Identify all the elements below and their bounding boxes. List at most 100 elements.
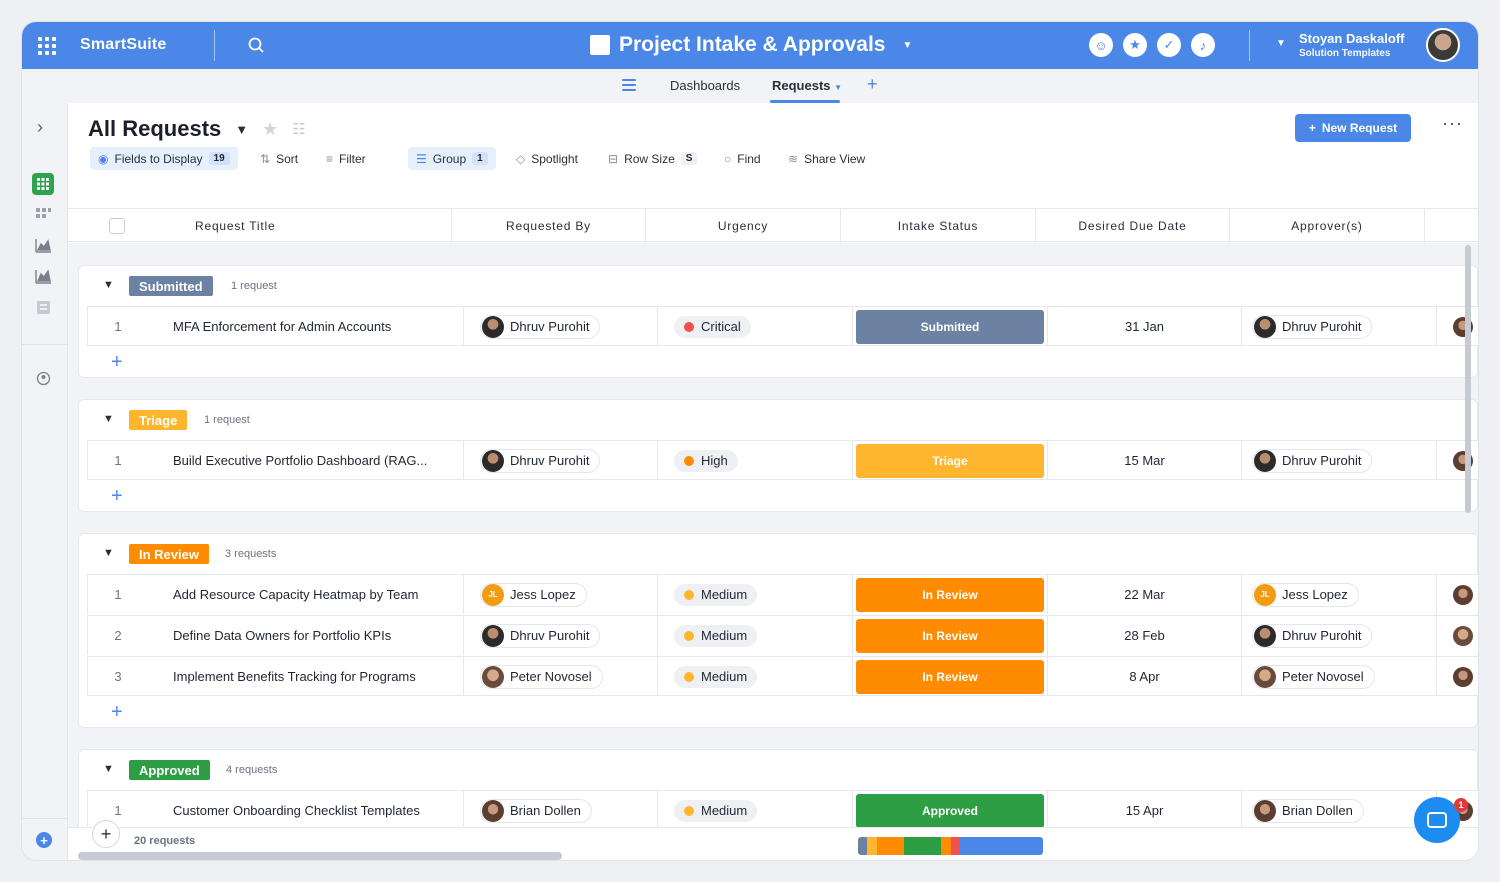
expand-sidebar-icon[interactable]: › xyxy=(37,117,43,138)
person-chip[interactable]: Dhruv Purohit xyxy=(480,623,601,648)
approver-cell[interactable]: Dhruv Purohit xyxy=(1242,616,1437,655)
requested-by-cell[interactable]: JL Jess Lopez xyxy=(464,575,658,614)
person-chip[interactable]: Brian Dollen xyxy=(1252,798,1364,823)
requested-by-cell[interactable]: Brian Dollen xyxy=(464,791,658,827)
intake-status-cell[interactable]: In Review xyxy=(853,616,1048,655)
person-chip[interactable]: JL Jess Lopez xyxy=(480,582,587,607)
approver-cell[interactable]: Brian Dollen xyxy=(1242,791,1437,827)
request-title-cell[interactable]: Implement Benefits Tracking for Programs xyxy=(148,657,464,696)
table-row[interactable]: 1 Customer Onboarding Checklist Templates… xyxy=(87,790,1478,827)
person-chip[interactable]: Dhruv Purohit xyxy=(480,314,601,339)
more-options-icon[interactable]: ··· xyxy=(1442,113,1463,134)
filter-button[interactable]: ≡ Filter xyxy=(318,147,374,170)
report-view-icon[interactable] xyxy=(35,269,52,284)
intake-status-cell[interactable]: Submitted xyxy=(853,307,1048,346)
column-header-intake-status[interactable]: Intake Status xyxy=(841,209,1036,243)
fields-to-display-button[interactable]: ◉ Fields to Display 19 xyxy=(90,147,238,170)
user-circle-icon[interactable] xyxy=(35,371,52,386)
extra-column-cell[interactable] xyxy=(1437,575,1478,614)
vertical-scrollbar[interactable] xyxy=(1465,245,1471,513)
chevron-down-icon[interactable]: ▼ xyxy=(103,547,114,559)
grid-view-icon[interactable] xyxy=(32,173,54,195)
person-chip[interactable]: Brian Dollen xyxy=(480,798,592,823)
user-name[interactable]: Stoyan Daskaloff xyxy=(1299,31,1404,46)
row-size-button[interactable]: ⊟ Row Size S xyxy=(600,147,705,170)
request-title-cell[interactable]: Customer Onboarding Checklist Templates xyxy=(148,791,464,827)
tab-requests[interactable]: Requests ▼ xyxy=(772,78,842,93)
table-row[interactable]: 1 Add Resource Capacity Heatmap by Team JL… xyxy=(87,574,1478,614)
intake-status-cell[interactable]: Approved xyxy=(853,791,1048,827)
column-header-requested-by[interactable]: Requested By xyxy=(452,209,646,243)
add-tab-icon[interactable]: + xyxy=(867,74,878,95)
add-row-icon[interactable]: + xyxy=(111,701,123,724)
select-all-checkbox[interactable] xyxy=(109,218,125,234)
horizontal-scrollbar[interactable] xyxy=(78,852,562,860)
add-row-icon[interactable]: + xyxy=(111,485,123,508)
view-title[interactable]: All Requests ▼ ★ ☷ xyxy=(88,116,306,142)
new-request-button[interactable]: + New Request xyxy=(1295,114,1411,142)
view-members-icon[interactable]: ☷ xyxy=(292,120,305,138)
extra-column-cell[interactable] xyxy=(1437,657,1478,696)
requested-by-cell[interactable]: Peter Novosel xyxy=(464,657,658,696)
extra-column-cell[interactable] xyxy=(1437,616,1478,655)
apps-grid-icon[interactable] xyxy=(38,37,56,55)
due-date-cell[interactable]: 31 Jan xyxy=(1048,307,1242,346)
menu-icon[interactable] xyxy=(622,79,636,91)
add-record-button[interactable]: + xyxy=(92,820,120,848)
approver-cell[interactable]: Dhruv Purohit xyxy=(1242,441,1437,480)
chevron-down-icon[interactable]: ▼ xyxy=(103,413,114,425)
chevron-down-icon[interactable]: ▼ xyxy=(1276,38,1286,49)
user-avatar[interactable] xyxy=(1426,28,1460,62)
due-date-cell[interactable]: 8 Apr xyxy=(1048,657,1242,696)
tab-dashboards[interactable]: Dashboards xyxy=(670,78,740,93)
person-chip[interactable]: Dhruv Purohit xyxy=(1252,314,1373,339)
intake-status-cell[interactable]: Triage xyxy=(853,441,1048,480)
intake-status-cell[interactable]: In Review xyxy=(853,657,1048,696)
column-header-approvers[interactable]: Approver(s) xyxy=(1230,209,1425,243)
person-chip[interactable]: Dhruv Purohit xyxy=(480,448,601,473)
column-header-desired-due-date[interactable]: Desired Due Date xyxy=(1036,209,1230,243)
intake-status-cell[interactable]: In Review xyxy=(853,575,1048,614)
chevron-down-icon[interactable]: ▼ xyxy=(235,122,248,137)
check-icon[interactable]: ✓ xyxy=(1157,33,1181,57)
solution-title[interactable]: Project Intake & Approvals ▼ xyxy=(590,33,912,57)
urgency-cell[interactable]: Medium xyxy=(658,657,853,696)
person-chip[interactable]: Peter Novosel xyxy=(1252,664,1375,689)
table-row[interactable]: 1 MFA Enforcement for Admin Accounts Dhruv… xyxy=(87,306,1478,346)
group-button[interactable]: ☰ Group 1 xyxy=(408,147,496,170)
card-view-icon[interactable] xyxy=(35,207,52,222)
due-date-cell[interactable]: 28 Feb xyxy=(1048,616,1242,655)
requested-by-cell[interactable]: Dhruv Purohit xyxy=(464,307,658,346)
search-icon[interactable] xyxy=(247,36,265,54)
due-date-cell[interactable]: 15 Mar xyxy=(1048,441,1242,480)
due-date-cell[interactable]: 22 Mar xyxy=(1048,575,1242,614)
brand-logo[interactable]: SmartSuite xyxy=(80,36,166,54)
requested-by-cell[interactable]: Dhruv Purohit xyxy=(464,441,658,480)
table-row[interactable]: 3 Implement Benefits Tracking for Program… xyxy=(87,656,1478,696)
table-row[interactable]: 1 Build Executive Portfolio Dashboard (RA… xyxy=(87,440,1478,480)
form-view-icon[interactable] xyxy=(35,300,52,315)
extra-column-cell[interactable] xyxy=(1437,441,1478,480)
urgency-cell[interactable]: High xyxy=(658,441,853,480)
chevron-down-icon[interactable]: ▼ xyxy=(103,763,114,775)
urgency-cell[interactable]: Medium xyxy=(658,575,853,614)
approver-cell[interactable]: Dhruv Purohit xyxy=(1242,307,1437,346)
sort-button[interactable]: ⇅ Sort xyxy=(252,147,306,170)
due-date-cell[interactable]: 15 Apr xyxy=(1048,791,1242,827)
star-icon[interactable]: ★ xyxy=(1123,33,1147,57)
bell-icon[interactable]: ♪ xyxy=(1191,33,1215,57)
request-title-cell[interactable]: Define Data Owners for Portfolio KPIs xyxy=(148,616,464,655)
column-header-urgency[interactable]: Urgency xyxy=(646,209,841,243)
request-title-cell[interactable]: Add Resource Capacity Heatmap by Team xyxy=(148,575,464,614)
column-header-request-title[interactable]: Request Title xyxy=(136,209,452,243)
add-view-icon[interactable]: + xyxy=(36,832,52,848)
favorite-star-icon[interactable]: ★ xyxy=(262,119,278,140)
urgency-cell[interactable]: Critical xyxy=(658,307,853,346)
approver-cell[interactable]: Peter Novosel xyxy=(1242,657,1437,696)
urgency-cell[interactable]: Medium xyxy=(658,791,853,827)
request-title-cell[interactable]: Build Executive Portfolio Dashboard (RAG… xyxy=(148,441,464,480)
extra-column-cell[interactable] xyxy=(1437,307,1478,346)
table-row[interactable]: 2 Define Data Owners for Portfolio KPIs Dh… xyxy=(87,615,1478,655)
chevron-down-icon[interactable]: ▼ xyxy=(103,279,114,291)
spotlight-button[interactable]: ◇ Spotlight xyxy=(508,147,586,170)
